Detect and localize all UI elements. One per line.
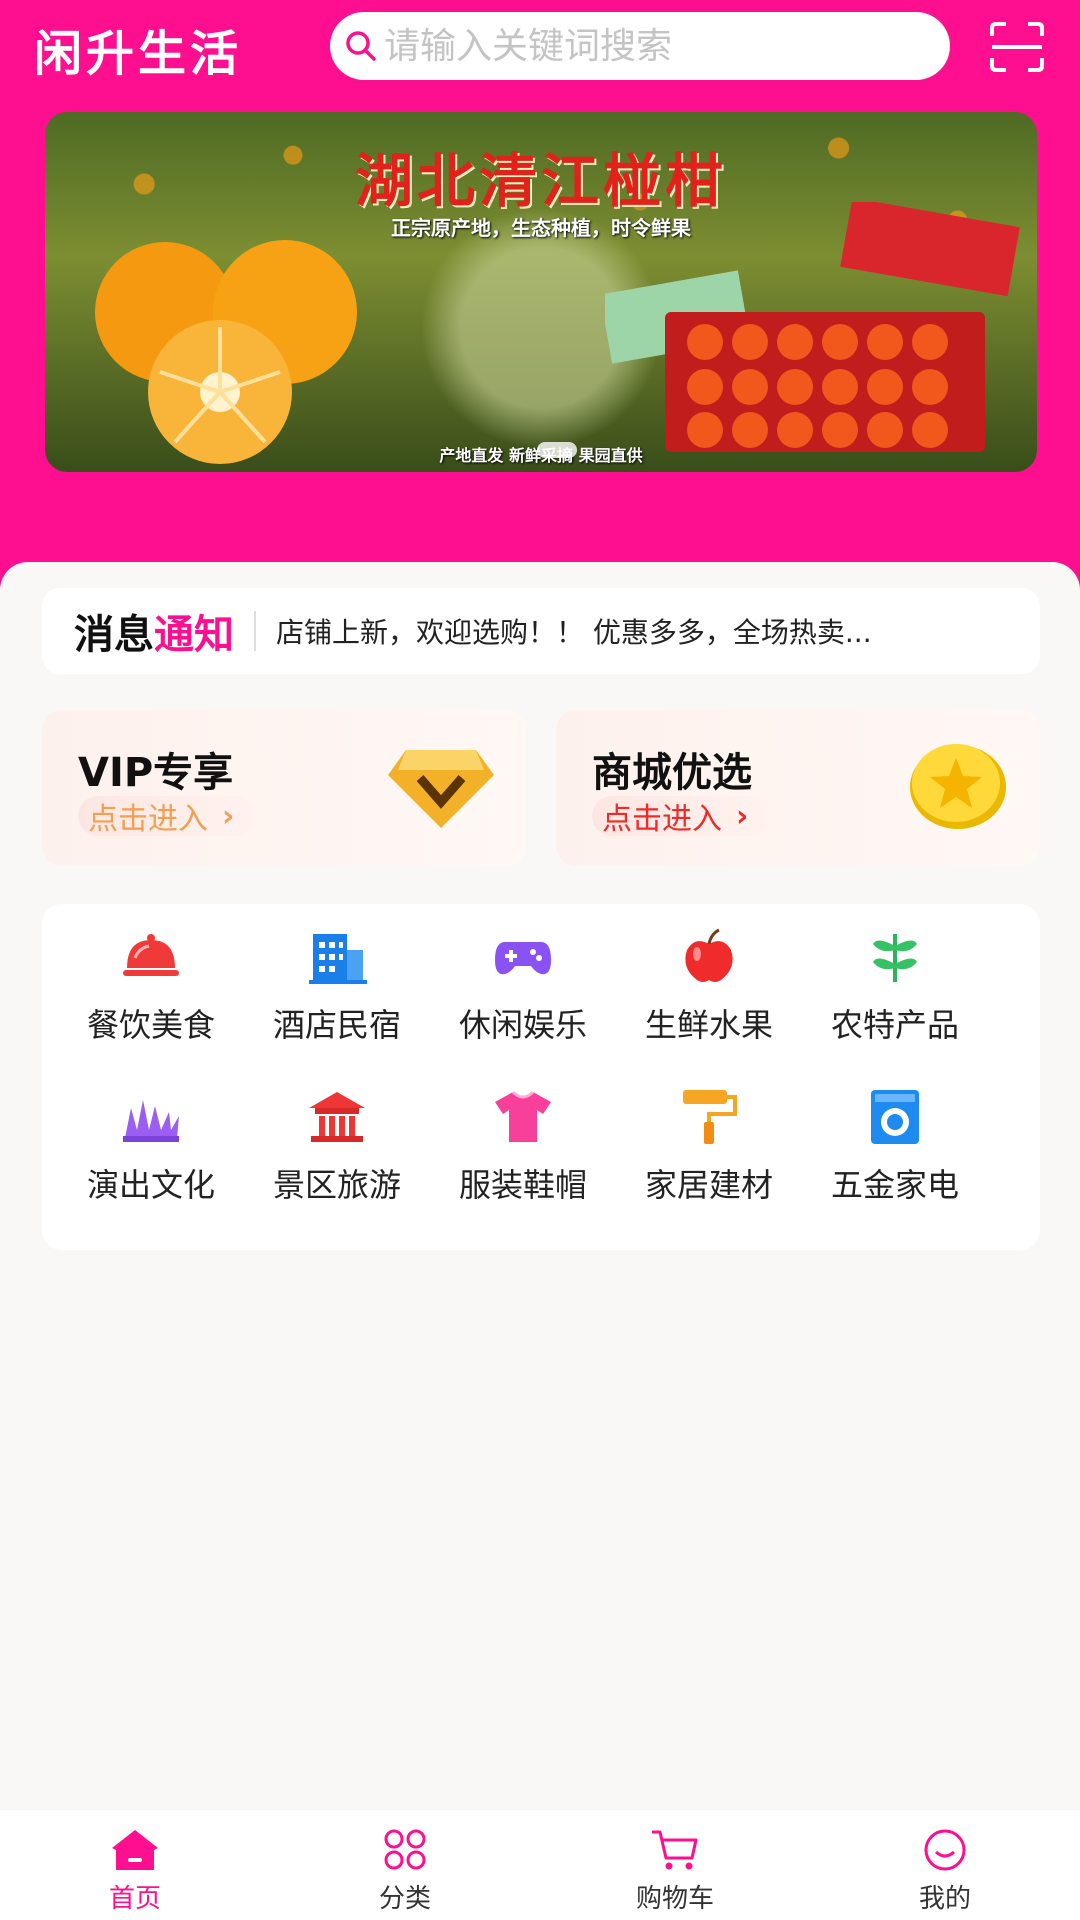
dish-cover-icon bbox=[123, 934, 179, 976]
tab-label: 首页 bbox=[108, 1884, 161, 1914]
category-label: 餐饮美食 bbox=[86, 1006, 215, 1044]
tab-cart[interactable]: 购物车 bbox=[540, 1810, 810, 1920]
tab-profile[interactable]: 我的 bbox=[810, 1810, 1080, 1920]
diamond-icon bbox=[388, 750, 494, 828]
category-item-home-building[interactable]: 家居建材 bbox=[616, 1064, 802, 1214]
promo-banner[interactable]: 湖北清江椪柑 正宗原产地，生态种植，时令鲜果 产地直发 新鲜采摘 果园直供 bbox=[45, 112, 1037, 472]
mall-enter-link[interactable]: 点击进入 › bbox=[592, 796, 771, 837]
search-bar[interactable] bbox=[330, 12, 950, 80]
category-label: 服装鞋帽 bbox=[458, 1166, 587, 1204]
category-label: 休闲娱乐 bbox=[458, 1006, 587, 1044]
mall-promo-card[interactable]: 商城优选 点击进入 › bbox=[556, 710, 1040, 866]
category-icon bbox=[384, 1829, 426, 1870]
tab-label: 分类 bbox=[378, 1884, 431, 1914]
notice-divider bbox=[254, 611, 256, 651]
category-label: 生鲜水果 bbox=[644, 1006, 773, 1044]
category-label: 演出文化 bbox=[86, 1166, 215, 1204]
category-label: 景区旅游 bbox=[272, 1166, 401, 1204]
banner-subtitle: 正宗原产地，生态种植，时令鲜果 bbox=[391, 216, 691, 240]
profile-icon bbox=[924, 1829, 966, 1871]
carousel-indicator[interactable] bbox=[537, 442, 577, 458]
top-bar: 闲升生活 bbox=[0, 0, 1080, 92]
category-item-apparel[interactable]: 服装鞋帽 bbox=[430, 1064, 616, 1214]
mall-promo-title: 商城优选 bbox=[592, 750, 752, 796]
search-input[interactable] bbox=[382, 24, 926, 68]
gold-coin-icon bbox=[910, 744, 1006, 829]
banner-title: 湖北清江椪柑 bbox=[354, 147, 727, 215]
search-icon bbox=[346, 31, 376, 61]
chevron-right-icon: › bbox=[736, 798, 749, 834]
tab-home[interactable]: 首页 bbox=[0, 1810, 270, 1920]
hotel-building-icon bbox=[309, 934, 367, 984]
category-item-fresh-fruit[interactable]: 生鲜水果 bbox=[616, 904, 802, 1054]
gamepad-icon bbox=[495, 942, 551, 975]
tshirt-icon bbox=[495, 1090, 551, 1142]
category-item-hotel[interactable]: 酒店民宿 bbox=[244, 904, 430, 1054]
category-label: 五金家电 bbox=[830, 1166, 959, 1204]
paint-roller-icon bbox=[683, 1090, 737, 1144]
tab-label: 我的 bbox=[918, 1884, 971, 1914]
category-item-dining[interactable]: 餐饮美食 bbox=[58, 904, 244, 1054]
vip-promo-card[interactable]: VIP专享 点击进入 › bbox=[42, 710, 526, 866]
mall-enter-label: 点击进入 bbox=[602, 802, 722, 837]
notice-bar[interactable]: 消息 通知 店铺上新，欢迎选购！！ 优惠多多，全场热卖... bbox=[42, 588, 1040, 674]
oranges-image bbox=[95, 240, 357, 464]
category-item-scenic[interactable]: 景区旅游 bbox=[244, 1064, 430, 1214]
notice-title-part2: 通知 bbox=[154, 611, 234, 658]
notice-title-part1: 消息 bbox=[74, 611, 154, 658]
category-label: 农特产品 bbox=[830, 1006, 959, 1044]
category-item-hardware-appliances[interactable]: 五金家电 bbox=[802, 1064, 988, 1214]
washing-machine-icon bbox=[871, 1090, 919, 1144]
bottom-tab-bar: 首页 分类 购物车 我的 bbox=[0, 1810, 1080, 1920]
tab-label: 购物车 bbox=[635, 1884, 714, 1914]
category-item-performance[interactable]: 演出文化 bbox=[58, 1064, 244, 1214]
category-label: 酒店民宿 bbox=[272, 1006, 401, 1044]
sprout-icon bbox=[873, 934, 917, 982]
temple-icon bbox=[309, 1092, 365, 1142]
apple-icon bbox=[685, 928, 733, 982]
vip-promo-title: VIP专享 bbox=[78, 750, 234, 796]
grass-stage-icon bbox=[123, 1100, 179, 1142]
chevron-right-icon: › bbox=[222, 798, 235, 834]
vip-enter-label: 点击进入 bbox=[88, 802, 208, 837]
app-title: 闲升生活 bbox=[34, 26, 243, 82]
notice-text[interactable]: 店铺上新，欢迎选购！！ 优惠多多，全场热卖... bbox=[276, 611, 996, 651]
gift-box-image bbox=[605, 202, 1020, 452]
category-label: 家居建材 bbox=[644, 1166, 773, 1204]
scan-icon[interactable] bbox=[990, 22, 1044, 72]
cart-icon bbox=[652, 1830, 698, 1870]
home-icon bbox=[112, 1830, 158, 1870]
vip-enter-link[interactable]: 点击进入 › bbox=[78, 796, 257, 837]
category-item-agricultural[interactable]: 农特产品 bbox=[802, 904, 988, 1054]
category-item-entertainment[interactable]: 休闲娱乐 bbox=[430, 904, 616, 1054]
tab-category[interactable]: 分类 bbox=[270, 1810, 540, 1920]
category-grid: 餐饮美食 酒店民宿 休闲娱乐 生鲜水果 农特产品 演出文化 景区旅游 服装鞋帽 … bbox=[42, 904, 1040, 1250]
